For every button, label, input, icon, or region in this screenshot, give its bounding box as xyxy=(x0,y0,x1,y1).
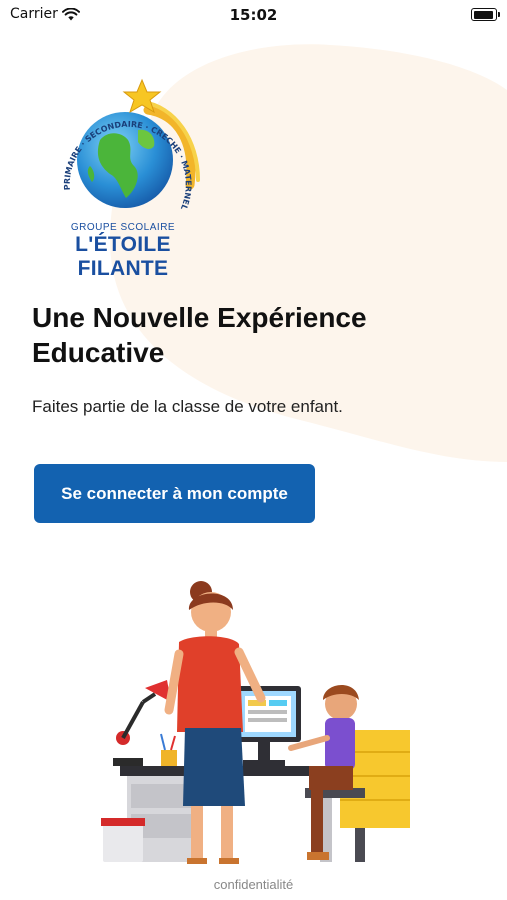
logo-school-name: GROUPE SCOLAIRE L'ÉTOILE FILANTE xyxy=(38,222,208,281)
status-time: 15:02 xyxy=(229,6,278,24)
login-button[interactable]: Se connecter à mon compte xyxy=(34,464,315,523)
teacher-student-illustration xyxy=(101,581,410,864)
logo-group-label: GROUPE SCOLAIRE xyxy=(70,222,176,233)
headline-line2: Educative xyxy=(32,337,165,368)
privacy-link[interactable]: confidentialité xyxy=(0,877,507,892)
headline-line1: Une Nouvelle Expérience xyxy=(32,302,367,333)
status-bar: Carrier 15:02 xyxy=(0,0,507,30)
logo-name-label: L'ÉTOILE FILANTE xyxy=(75,233,171,280)
page-title: Une Nouvelle Expérience Educative xyxy=(32,300,472,370)
battery-icon xyxy=(471,8,500,21)
subtitle-text: Faites partie de la classe de votre enfa… xyxy=(32,397,343,416)
